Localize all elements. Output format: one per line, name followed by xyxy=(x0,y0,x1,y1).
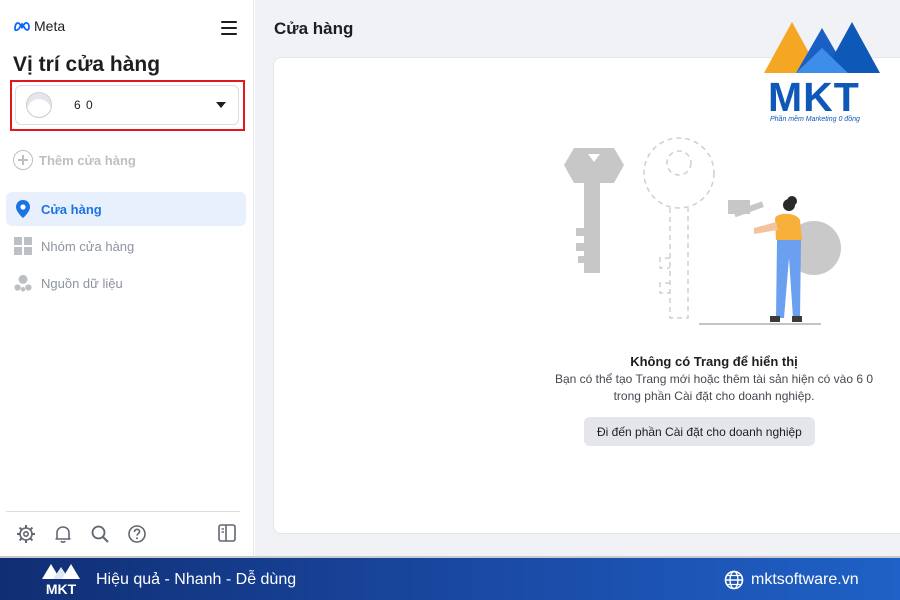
business-avatar xyxy=(26,92,52,118)
nav-label: Nhóm cửa hàng xyxy=(41,238,135,254)
meta-brand[interactable]: Meta xyxy=(13,18,65,34)
nav-item-data-sources[interactable]: Nguồn dữ liệu xyxy=(6,266,246,300)
nav-label: Cửa hàng xyxy=(41,201,102,217)
sidebar-bottom-bar xyxy=(6,511,240,555)
plus-circle-icon xyxy=(13,150,33,170)
solid-key-icon xyxy=(564,148,624,273)
grid-icon xyxy=(14,237,32,255)
go-to-business-settings-button[interactable]: Đi đến phần Cài đặt cho doanh nghiệp xyxy=(584,417,815,446)
selector-value: 6 0 xyxy=(74,98,94,112)
business-selector[interactable]: 6 0 xyxy=(15,85,239,125)
location-pin-icon xyxy=(14,200,32,218)
help-icon[interactable] xyxy=(127,524,147,544)
mkt-watermark-logo: MKT Phần mềm Marketing 0 đồng xyxy=(762,18,882,128)
meta-logo-icon xyxy=(14,22,30,32)
panel-toggle-icon[interactable] xyxy=(218,524,238,544)
data-source-icon xyxy=(14,274,32,292)
person-illustration xyxy=(728,196,802,322)
footer-mkt-logo-icon: MKT xyxy=(42,564,80,597)
dashed-key-icon xyxy=(643,137,715,319)
menu-icon[interactable] xyxy=(221,21,237,35)
footer-logo-text: MKT xyxy=(46,581,77,597)
settings-icon[interactable] xyxy=(16,524,36,544)
globe-icon xyxy=(724,570,744,590)
footer-website[interactable]: mktsoftware.vn xyxy=(751,571,859,589)
search-icon[interactable] xyxy=(90,524,110,544)
logo-subtext: Phần mềm Marketing 0 đồng xyxy=(770,116,860,123)
sidebar-title: Vị trí cửa hàng xyxy=(13,53,161,76)
add-store-label: Thêm cửa hàng xyxy=(39,152,136,168)
highlight-frame: 6 0 xyxy=(10,80,245,131)
description-line: trong phần Cài đặt cho doanh nghiệp. xyxy=(613,389,815,403)
sidebar: Meta Vị trí cửa hàng 6 0 Thêm cửa hàng C… xyxy=(0,0,254,556)
description-line: Bạn có thể tạo Trang mới hoặc thêm tài s… xyxy=(554,372,874,386)
sidebar-nav: Cửa hàng Nhóm cửa hàng Nguồn dữ liệu xyxy=(6,192,246,303)
caret-down-icon xyxy=(216,102,226,108)
page-title: Cửa hàng xyxy=(274,19,354,38)
add-store-button[interactable]: Thêm cửa hàng xyxy=(13,150,136,170)
bell-icon[interactable] xyxy=(53,524,73,544)
nav-label: Nguồn dữ liệu xyxy=(41,275,123,291)
nav-item-store-groups[interactable]: Nhóm cửa hàng xyxy=(6,229,246,263)
footer-tagline: Hiệu quả - Nhanh - Dễ dùng xyxy=(96,571,297,588)
keys-illustration xyxy=(564,137,841,325)
mkt-logo-mark-icon xyxy=(764,22,880,73)
brand-name: Meta xyxy=(34,18,66,34)
nav-item-stores[interactable]: Cửa hàng xyxy=(6,192,246,226)
empty-state-title: Không có Trang để hiển thị xyxy=(630,354,798,369)
logo-wordmark: MKT xyxy=(768,74,860,120)
promo-footer-banner: MKT Hiệu quả - Nhanh - Dễ dùng mktsoftwa… xyxy=(0,556,900,600)
empty-state-card: Không có Trang để hiển thị Bạn có thể tạ… xyxy=(273,57,900,534)
empty-state-description: Bạn có thể tạo Trang mới hoặc thêm tài s… xyxy=(534,371,894,405)
